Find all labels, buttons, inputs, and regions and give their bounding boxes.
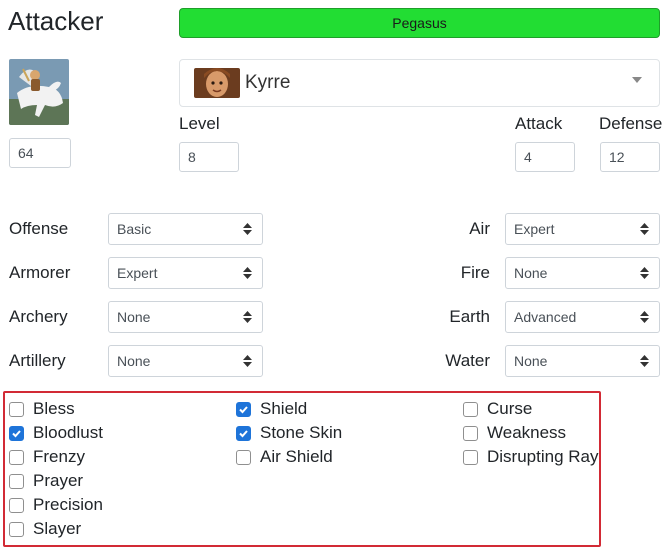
spell-label: Curse [487, 399, 533, 418]
earth-select-value: Advanced [514, 309, 577, 325]
hero-select[interactable]: Kyrre [179, 59, 660, 107]
checked-checkbox-icon [236, 425, 251, 441]
fire-select[interactable]: None [505, 257, 660, 289]
spell-label: Shield [260, 399, 308, 418]
sort-caret-icon [243, 267, 252, 279]
spell-label: Stone Skin [260, 423, 343, 442]
checkbox-icon [9, 473, 24, 489]
archery-select[interactable]: None [108, 301, 263, 333]
page-title: Attacker [8, 6, 104, 36]
sort-caret-icon [640, 223, 649, 235]
spell-label: Bloodlust [33, 423, 103, 442]
offense-select-value: Basic [117, 221, 152, 237]
sort-caret-icon [243, 355, 252, 367]
checked-checkbox-icon [236, 401, 251, 417]
skill-label-artillery: Artillery [9, 351, 66, 370]
spells-column-2: Shield Stone Skin Air Shield [236, 397, 342, 469]
spell-checkbox-curse[interactable]: Curse [463, 397, 599, 421]
artillery-select-value: None [117, 353, 151, 369]
checkbox-icon [463, 401, 478, 417]
sort-caret-icon [640, 355, 649, 367]
spell-label: Slayer [33, 519, 82, 538]
archery-select-value: None [117, 309, 151, 325]
spell-checkbox-prayer[interactable]: Prayer [9, 469, 103, 493]
skill-label-water: Water [445, 351, 490, 370]
checkbox-icon [463, 425, 478, 441]
sort-caret-icon [243, 223, 252, 235]
defense-input[interactable]: 12 [600, 142, 660, 172]
spell-label: Frenzy [33, 447, 85, 466]
unit-count-input[interactable]: 64 [9, 138, 71, 168]
skill-label-earth: Earth [449, 307, 490, 326]
artillery-select[interactable]: None [108, 345, 263, 377]
spell-checkbox-disrupting-ray[interactable]: Disrupting Ray [463, 445, 599, 469]
level-input[interactable]: 8 [179, 142, 239, 172]
spell-checkbox-slayer[interactable]: Slayer [9, 517, 103, 541]
spell-checkbox-stone-skin[interactable]: Stone Skin [236, 421, 342, 445]
spell-label: Bless [33, 399, 75, 418]
spell-label: Air Shield [260, 447, 333, 466]
fire-select-value: None [514, 265, 548, 281]
spell-label: Disrupting Ray [487, 447, 599, 466]
offense-select[interactable]: Basic [108, 213, 263, 245]
air-select[interactable]: Expert [505, 213, 660, 245]
spell-checkbox-bloodlust[interactable]: Bloodlust [9, 421, 103, 445]
checkbox-icon [236, 449, 251, 465]
pegasus-rider-portrait-icon [9, 59, 69, 125]
spell-checkbox-frenzy[interactable]: Frenzy [9, 445, 103, 469]
attack-input[interactable]: 4 [515, 142, 575, 172]
hero-name: Kyrre [245, 72, 291, 93]
air-select-value: Expert [514, 221, 555, 237]
spell-label: Precision [33, 495, 103, 514]
earth-select[interactable]: Advanced [505, 301, 660, 333]
sort-caret-icon [243, 311, 252, 323]
sort-caret-icon [640, 267, 649, 279]
water-select-value: None [514, 353, 548, 369]
checkbox-icon [9, 497, 24, 513]
spell-checkbox-weakness[interactable]: Weakness [463, 421, 599, 445]
defense-label: Defense [599, 114, 663, 133]
spell-checkbox-shield[interactable]: Shield [236, 397, 342, 421]
spell-label: Weakness [487, 423, 567, 442]
checkbox-icon [9, 521, 24, 537]
armorer-select[interactable]: Expert [108, 257, 263, 289]
checkbox-icon [9, 401, 24, 417]
unit-select-button[interactable]: Pegasus [179, 8, 660, 38]
attack-label: Attack [515, 114, 563, 133]
water-select[interactable]: None [505, 345, 660, 377]
sort-caret-icon [640, 311, 649, 323]
spells-column-3: Curse Weakness Disrupting Ray [463, 397, 599, 469]
skill-label-fire: Fire [460, 263, 490, 282]
armorer-select-value: Expert [117, 265, 158, 281]
hero-portrait-icon [194, 68, 240, 98]
spells-column-1: Bless Bloodlust Frenzy Prayer Precision … [9, 397, 103, 541]
spell-checkbox-air-shield[interactable]: Air Shield [236, 445, 342, 469]
checked-checkbox-icon [9, 425, 24, 441]
spell-label: Prayer [33, 471, 84, 490]
chevron-down-icon [632, 77, 642, 83]
skill-label-archery: Archery [9, 307, 68, 326]
skill-label-air: Air [469, 219, 490, 238]
skill-label-armorer: Armorer [9, 263, 71, 282]
checkbox-icon [463, 449, 478, 465]
spell-checkbox-precision[interactable]: Precision [9, 493, 103, 517]
spell-checkbox-bless[interactable]: Bless [9, 397, 103, 421]
checkbox-icon [9, 449, 24, 465]
skill-label-offense: Offense [9, 219, 69, 238]
level-label: Level [179, 114, 220, 133]
